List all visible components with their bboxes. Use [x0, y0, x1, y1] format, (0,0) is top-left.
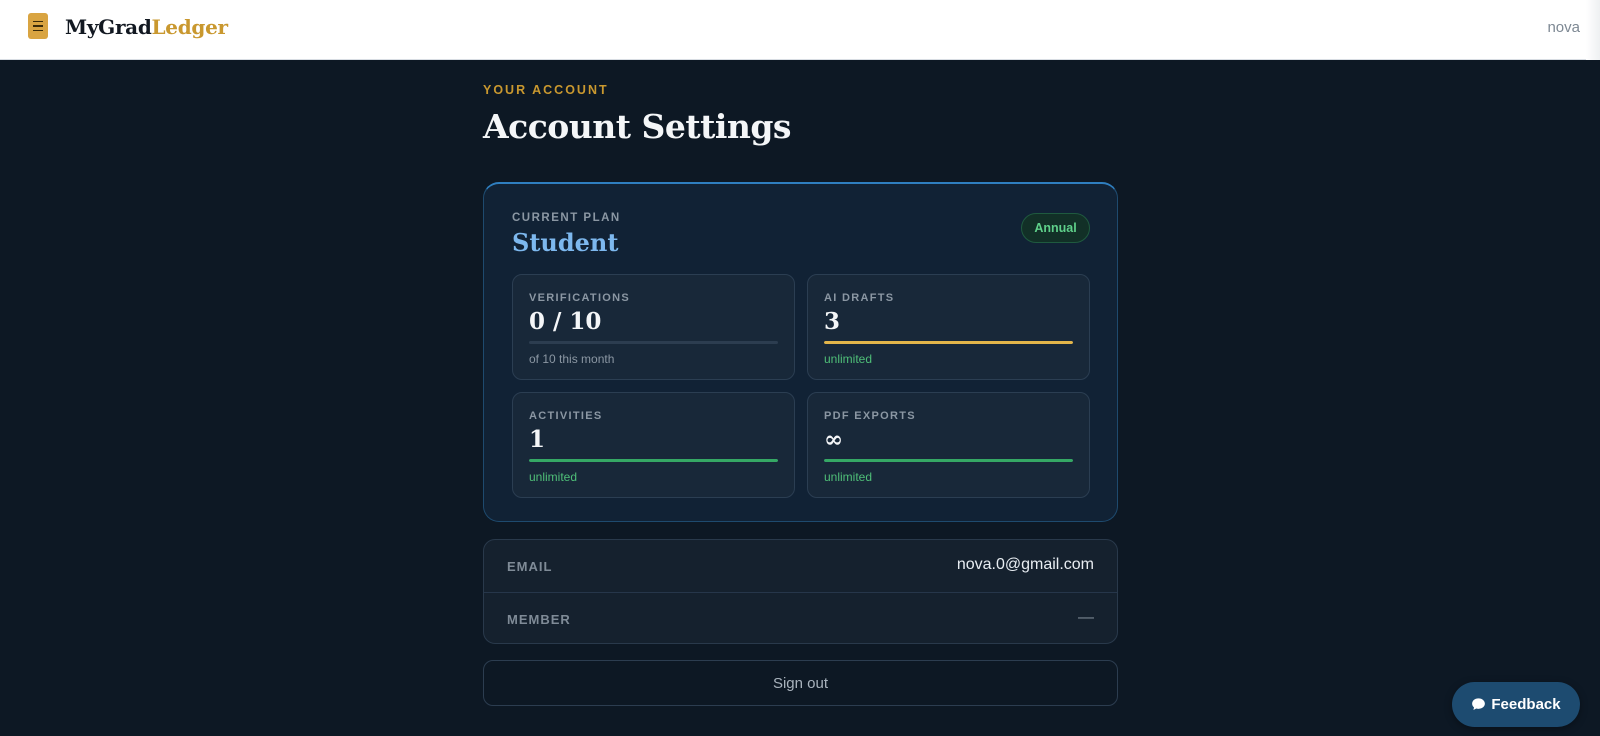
- top-navigation-bar: MyGradLedger nova: [0, 0, 1600, 60]
- sign-out-button[interactable]: Sign out: [483, 660, 1118, 706]
- brand-logo[interactable]: MyGradLedger: [65, 15, 228, 39]
- user-menu[interactable]: nova: [1547, 19, 1580, 36]
- billing-cycle-badge: Annual: [1021, 213, 1090, 243]
- stat-label: VERIFICATIONS: [529, 292, 631, 304]
- scrollbar[interactable]: [1586, 0, 1600, 60]
- stat-value: 1: [529, 426, 546, 453]
- section-eyebrow: YOUR ACCOUNT: [483, 83, 609, 97]
- stat-card-ai-drafts: AI DRAFTS 3 unlimited: [807, 274, 1090, 380]
- email-label: EMAIL: [507, 559, 553, 574]
- plan-label: CURRENT PLAN: [512, 212, 621, 224]
- stat-value: 3: [824, 308, 841, 335]
- stat-subtext: unlimited: [824, 470, 873, 484]
- usage-progress-track: [529, 459, 778, 462]
- stat-label: AI DRAFTS: [824, 292, 895, 304]
- usage-progress-track: [824, 459, 1073, 462]
- stat-value: ∞: [824, 426, 844, 453]
- stat-label: PDF EXPORTS: [824, 410, 916, 422]
- member-label: MEMBER: [507, 612, 571, 627]
- stat-subtext: unlimited: [824, 352, 873, 366]
- usage-progress-fill: [824, 459, 1073, 462]
- page-title: Account Settings: [483, 107, 792, 146]
- usage-progress-track: [824, 341, 1073, 344]
- member-row: MEMBER —: [484, 592, 1117, 643]
- email-value: nova.0@gmail.com: [956, 556, 1094, 573]
- usage-progress-fill: [824, 341, 1073, 344]
- brand-name-part2: Ledger: [151, 15, 229, 39]
- chat-bubble-icon: [1472, 698, 1486, 711]
- stat-card-verifications: VERIFICATIONS 0 / 10 of 10 this month: [512, 274, 795, 380]
- current-plan-card: CURRENT PLAN Student Annual VERIFICATION…: [483, 182, 1118, 522]
- hamburger-menu-icon[interactable]: [28, 13, 48, 39]
- stat-card-pdf-exports: PDF EXPORTS ∞ unlimited: [807, 392, 1090, 498]
- feedback-button[interactable]: Feedback: [1452, 682, 1580, 727]
- email-row: EMAIL nova.0@gmail.com: [484, 540, 1117, 592]
- usage-progress-fill: [529, 459, 778, 462]
- usage-progress-track: [529, 341, 778, 344]
- member-value: —: [1078, 609, 1094, 626]
- account-info-card: EMAIL nova.0@gmail.com MEMBER —: [483, 539, 1118, 644]
- stat-subtext: unlimited: [529, 470, 578, 484]
- stat-value: 0 / 10: [529, 308, 602, 335]
- feedback-label: Feedback: [1491, 696, 1561, 713]
- stat-label: ACTIVITIES: [529, 410, 603, 422]
- plan-name: Student: [512, 228, 619, 257]
- brand-name-part1: MyGrad: [65, 15, 152, 39]
- stat-subtext: of 10 this month: [529, 352, 615, 366]
- stat-card-activities: ACTIVITIES 1 unlimited: [512, 392, 795, 498]
